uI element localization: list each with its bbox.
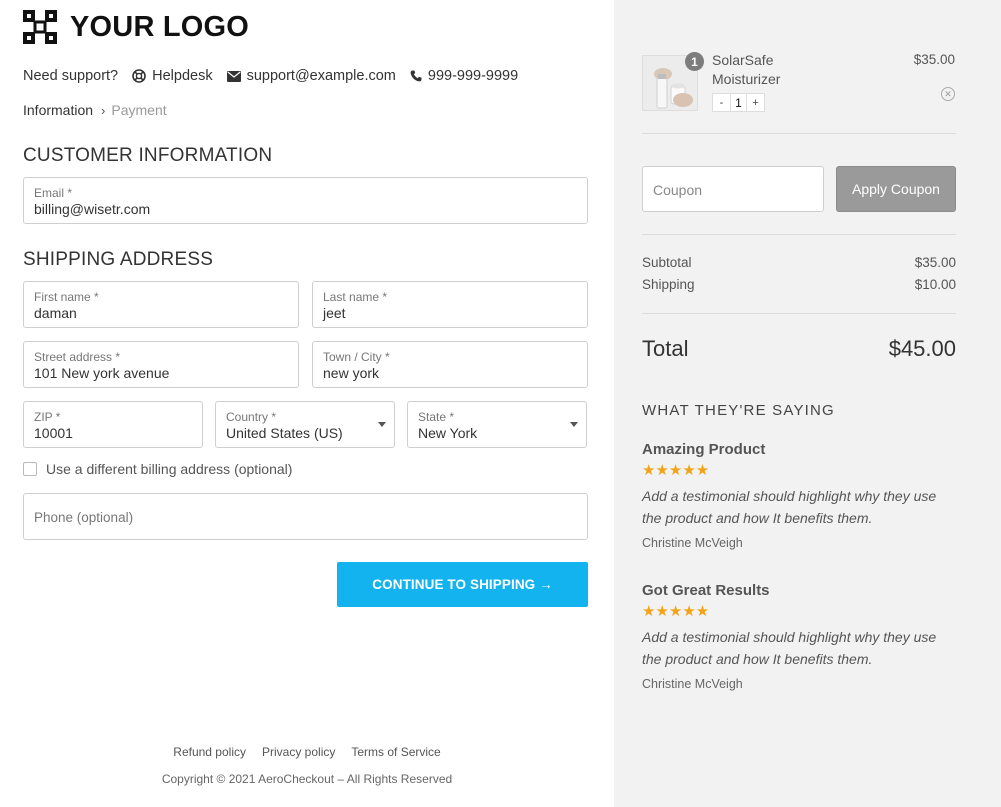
quantity-stepper[interactable]: - 1 + — [712, 93, 765, 112]
shipping-value: $10.00 — [914, 277, 956, 292]
street-address-value: 101 New york avenue — [34, 365, 170, 381]
shipping-label: Shipping — [642, 277, 695, 292]
copyright-text: Copyright © 2021 AeroCheckout – All Righ… — [161, 772, 453, 786]
subtotal-row: Subtotal $35.00 — [642, 255, 956, 270]
email-value: billing@wisetr.com — [34, 201, 151, 217]
testimonial-card: Amazing Product ★★★★★ Add a testimonial … — [642, 441, 962, 550]
support-email-link[interactable]: support@example.com — [226, 68, 396, 84]
apply-coupon-button[interactable]: Apply Coupon — [836, 166, 956, 212]
continue-to-shipping-button[interactable]: CONTINUE TO SHIPPING → — [337, 562, 588, 607]
state-label: State * — [418, 410, 455, 424]
support-label: Need support? — [23, 68, 119, 84]
last-name-value: jeet — [323, 305, 346, 321]
lifebuoy-icon — [132, 69, 146, 83]
decrease-quantity-button[interactable]: - — [713, 94, 730, 111]
city-field[interactable]: Town / City * new york — [312, 341, 588, 388]
coupon-placeholder: Coupon — [653, 182, 703, 198]
email-field[interactable]: Email * billing@wisetr.com — [23, 177, 588, 224]
state-value: New York — [418, 425, 478, 441]
first-name-field[interactable]: First name * daman — [23, 281, 299, 328]
shipping-row: Shipping $10.00 — [642, 277, 956, 292]
total-label: Total — [642, 336, 689, 361]
email-label: Email * — [34, 186, 73, 200]
testimonial-author: Christine McVeigh — [642, 536, 743, 550]
product-name: SolarSafe Moisturizer — [712, 52, 781, 87]
increase-quantity-button[interactable]: + — [747, 94, 764, 111]
envelope-icon — [226, 70, 241, 82]
quantity-value[interactable]: 1 — [730, 94, 747, 111]
helpdesk-link[interactable]: Helpdesk — [132, 68, 213, 84]
country-value: United States (US) — [226, 425, 343, 441]
country-select[interactable]: Country * United States (US) — [215, 401, 395, 448]
zip-field[interactable]: ZIP * 10001 — [23, 401, 203, 448]
chevron-right-icon: › — [101, 102, 106, 118]
last-name-field[interactable]: Last name * jeet — [312, 281, 588, 328]
chevron-down-icon — [378, 422, 386, 427]
remove-item-icon[interactable]: ✕ — [941, 87, 955, 101]
breadcrumb-payment: Payment — [111, 102, 167, 118]
subtotal-value: $35.00 — [914, 255, 956, 270]
city-label: Town / City * — [323, 350, 390, 364]
privacy-policy-link[interactable]: Privacy policy — [262, 745, 335, 759]
phone-field[interactable]: Phone (optional) — [23, 493, 588, 540]
phone-icon — [410, 70, 422, 82]
first-name-label: First name * — [34, 290, 99, 304]
state-select[interactable]: State * New York — [407, 401, 587, 448]
street-address-label: Street address * — [34, 350, 121, 364]
divider — [642, 133, 956, 134]
total-value: $45.00 — [888, 336, 956, 361]
breadcrumb-information[interactable]: Information — [23, 102, 93, 118]
breadcrumb: Information › Payment — [23, 102, 167, 118]
support-phone: 999-999-9999 — [427, 68, 519, 84]
order-summary-panel: 1 SolarSafe Moisturizer $35.00 ✕ - 1 + C… — [614, 0, 1001, 807]
divider — [642, 234, 956, 235]
customer-information-heading: CUSTOMER INFORMATION — [23, 145, 273, 166]
footer-links: Refund policy Privacy policy Terms of Se… — [0, 745, 614, 759]
coupon-input[interactable]: Coupon — [642, 166, 824, 212]
different-billing-label: Use a different billing address (optiona… — [46, 461, 293, 477]
chevron-down-icon — [570, 422, 578, 427]
zip-label: ZIP * — [34, 410, 61, 424]
last-name-label: Last name * — [323, 290, 388, 304]
different-billing-checkbox[interactable] — [23, 462, 37, 476]
testimonial-text: Add a testimonial should highlight why t… — [642, 488, 937, 526]
checkout-form-panel: YOUR LOGO Need support? Helpdesk support… — [0, 0, 614, 807]
star-rating-icon: ★★★★★ — [642, 462, 710, 479]
refund-policy-link[interactable]: Refund policy — [173, 745, 246, 759]
logo-text: YOUR LOGO — [70, 10, 250, 43]
street-address-field[interactable]: Street address * 101 New york avenue — [23, 341, 299, 388]
shipping-address-heading: SHIPPING ADDRESS — [23, 249, 214, 270]
product-price: $35.00 — [913, 52, 955, 67]
logo[interactable]: YOUR LOGO — [23, 10, 249, 44]
testimonial-text: Add a testimonial should highlight why t… — [642, 629, 937, 667]
testimonial-author: Christine McVeigh — [642, 677, 743, 691]
first-name-value: daman — [34, 305, 77, 321]
testimonial-card: Got Great Results ★★★★★ Add a testimonia… — [642, 582, 962, 691]
divider — [642, 313, 956, 314]
logo-mark-icon — [23, 10, 57, 44]
city-value: new york — [323, 365, 380, 381]
total-row: Total $45.00 — [642, 336, 956, 362]
helpdesk-label: Helpdesk — [152, 68, 213, 84]
country-label: Country * — [226, 410, 277, 424]
testimonials-heading: WHAT THEY'RE SAYING — [642, 402, 835, 419]
support-phone-link[interactable]: 999-999-9999 — [410, 68, 518, 84]
subtotal-label: Subtotal — [642, 255, 692, 270]
support-bar: Need support? Helpdesk support@example.c… — [23, 68, 532, 84]
testimonial-title: Amazing Product — [642, 441, 766, 458]
phone-placeholder: Phone (optional) — [34, 510, 134, 525]
support-email: support@example.com — [246, 68, 396, 84]
quantity-badge: 1 — [685, 52, 704, 71]
terms-of-service-link[interactable]: Terms of Service — [351, 745, 440, 759]
zip-value: 10001 — [34, 425, 73, 441]
star-rating-icon: ★★★★★ — [642, 603, 710, 620]
different-billing-option[interactable]: Use a different billing address (optiona… — [23, 461, 292, 477]
testimonial-title: Got Great Results — [642, 582, 770, 599]
